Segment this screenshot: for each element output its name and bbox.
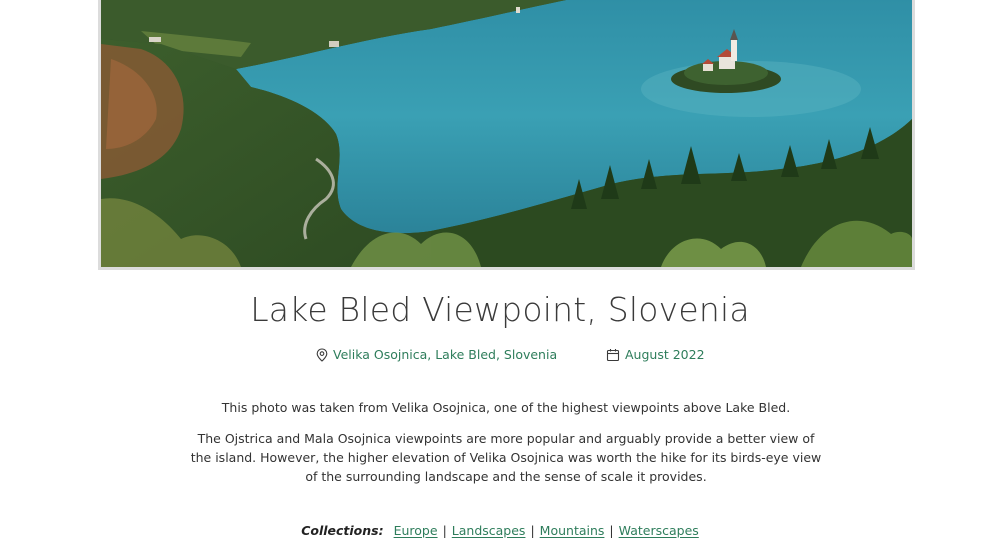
description-paragraph-1: This photo was taken from Velika Osojnic…: [221, 400, 791, 415]
date-text[interactable]: August 2022: [625, 347, 705, 362]
photo-page: Lake Bled Viewpoint, Slovenia Velika Oso…: [0, 0, 1000, 553]
date-meta: August 2022: [606, 347, 705, 362]
collection-link-landscapes[interactable]: Landscapes: [452, 523, 526, 538]
collection-link-waterscapes[interactable]: Waterscapes: [619, 523, 699, 538]
photo-meta: Velika Osojnica, Lake Bled, Slovenia Aug…: [0, 347, 1000, 367]
location-meta: Velika Osojnica, Lake Bled, Slovenia: [316, 347, 557, 362]
separator: |: [609, 523, 614, 538]
collection-link-mountains[interactable]: Mountains: [540, 523, 605, 538]
calendar-icon: [606, 348, 620, 362]
page-title: Lake Bled Viewpoint, Slovenia: [250, 290, 750, 329]
collection-link-europe[interactable]: Europe: [394, 523, 438, 538]
separator: |: [530, 523, 535, 538]
location-text[interactable]: Velika Osojnica, Lake Bled, Slovenia: [333, 347, 557, 362]
collections-bar: Collections: Europe | Landscapes | Mountains…: [0, 521, 1000, 541]
collections-label: Collections:: [301, 523, 384, 538]
separator: |: [442, 523, 447, 538]
map-pin-icon: [316, 347, 328, 362]
main-photo[interactable]: [98, 0, 915, 270]
description-paragraph-2: The Ojstrica and Mala Osojnica viewpoint…: [190, 431, 822, 484]
lake-bled-photo: [101, 0, 912, 267]
